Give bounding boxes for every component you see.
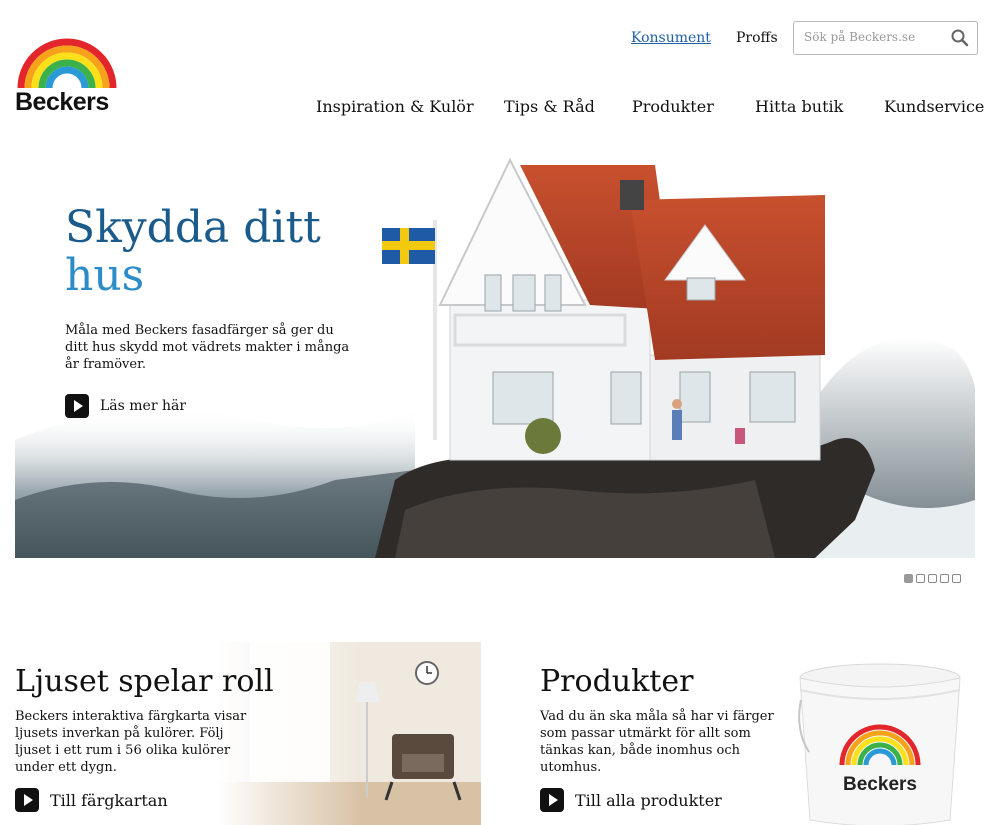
hero-banner: Skydda ditt hus Måla med Beckers fasadfä… <box>15 140 975 558</box>
play-icon <box>540 788 564 812</box>
all-products-link-label: Till alla produkter <box>575 790 722 810</box>
carousel-dot-2[interactable] <box>916 574 925 583</box>
play-icon <box>15 788 39 812</box>
play-icon <box>65 394 89 418</box>
search-input[interactable] <box>804 30 944 44</box>
light-panel-title: Ljuset spelar roll <box>15 664 274 699</box>
search-box <box>793 21 978 55</box>
hero-cta-label: Läs mer här <box>100 398 187 414</box>
hero-title: Skydda ditt hus <box>65 204 321 300</box>
color-chart-link[interactable]: Till färgkartan <box>15 788 168 812</box>
nav-item-hitta-butik[interactable]: Hitta butik <box>755 97 843 116</box>
nav-item-kundservice[interactable]: Kundservice <box>884 97 984 116</box>
products-panel-title: Produkter <box>540 664 694 699</box>
carousel-dot-5[interactable] <box>952 574 961 583</box>
carousel-pagination <box>904 574 961 583</box>
hero-read-more-link[interactable]: Läs mer här <box>65 394 186 418</box>
hero-title-line2: hus <box>65 250 145 301</box>
search-icon[interactable] <box>950 28 970 48</box>
konsument-link[interactable]: Konsument <box>631 30 711 46</box>
carousel-dot-4[interactable] <box>940 574 949 583</box>
carousel-dot-3[interactable] <box>928 574 937 583</box>
light-panel-text: Beckers interaktiva färgkarta visar ljus… <box>15 709 247 775</box>
color-chart-link-label: Till färgkartan <box>50 790 168 810</box>
products-panel: Produkter Vad du än ska måla så har vi f… <box>520 642 988 825</box>
hero-description: Måla med Beckers fasadfärger så ger du d… <box>65 323 350 372</box>
nav-item-inspiration[interactable]: Inspiration & Kulör <box>316 97 474 116</box>
all-products-link[interactable]: Till alla produkter <box>540 788 722 812</box>
proffs-link[interactable]: Proffs <box>736 30 778 46</box>
hero-title-line1: Skydda ditt <box>65 202 321 253</box>
light-matters-panel: Ljuset spelar roll Beckers interaktiva f… <box>0 642 481 825</box>
carousel-dot-1[interactable] <box>904 574 913 583</box>
main-nav: Inspiration & Kulör Tips & Råd Produkter… <box>0 97 988 119</box>
paint-bucket-image: Beckers <box>798 663 961 825</box>
products-panel-text: Vad du än ska måla så har vi färger som … <box>540 709 774 775</box>
nav-item-tips[interactable]: Tips & Råd <box>504 97 595 116</box>
nav-item-produkter[interactable]: Produkter <box>632 97 714 116</box>
bucket-brand-label: Beckers <box>843 774 917 795</box>
